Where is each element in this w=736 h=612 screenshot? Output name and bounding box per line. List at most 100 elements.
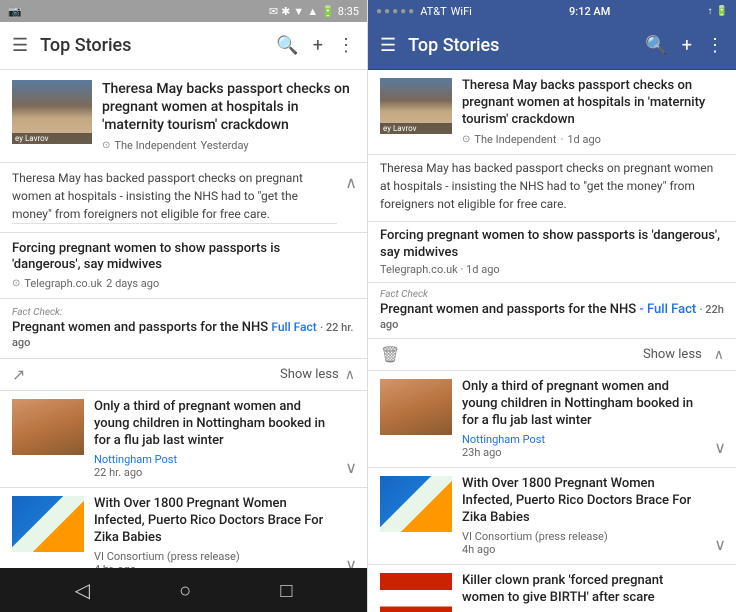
thumb-1-source-left: Nottingham Post — [94, 453, 355, 466]
thumb-2-content-right: With Over 1800 Pregnant Women Infected, … — [462, 476, 724, 556]
fact-source-right[interactable]: Full Fact — [647, 302, 696, 317]
fact-check-content-right: Pregnant women and passports for the NHS… — [380, 302, 724, 332]
blue-image-fill — [12, 496, 84, 552]
recent-button-left[interactable]: □ — [280, 578, 292, 603]
sub-1-source-icon-left: ⊙ — [12, 278, 20, 289]
sub-article-1-right[interactable]: Forcing pregnant women to show passports… — [368, 222, 736, 284]
sub-article-1-left[interactable]: Forcing pregnant women to show passports… — [0, 233, 367, 300]
source-time-left: Yesterday — [200, 139, 248, 152]
thumb-2-source-right: VI Consortium (press release) — [462, 530, 724, 543]
collapse-icon-left[interactable]: ∧ — [345, 173, 357, 192]
left-panel: 📷 ✉ ✱ ▼ ▲ 🔋 8:35 ☰ Top Stories 🔍 + ⋮ ey … — [0, 0, 368, 612]
clown-fill — [380, 573, 452, 612]
thumb-article-2-right[interactable]: With Over 1800 Pregnant Women Infected, … — [368, 468, 736, 565]
source-icon-right: ⊙ — [462, 134, 470, 145]
status-icons-right-group: ↑ 🔋 — [708, 6, 728, 17]
sub-1-src-name-right: Telegraph.co.uk — [380, 263, 458, 276]
expand-icon-1-right[interactable]: ∨ — [714, 438, 726, 457]
status-bar-right: ●●●●● AT&T WiFi 9:12 AM ↑ 🔋 — [368, 0, 736, 22]
page-title-right: Top Stories — [408, 35, 633, 56]
sub-1-source-right: Telegraph.co.uk · 1d ago — [380, 263, 724, 276]
time-right: 9:12 AM — [569, 5, 610, 18]
source-time-right: · — [560, 133, 563, 146]
main-article-title-right: Theresa May backs passport checks on pre… — [462, 78, 724, 129]
description-container-left: Theresa May has backed passport checks o… — [0, 163, 367, 233]
thumb-img-1-right — [380, 379, 452, 435]
status-signal-icon: ▼ — [293, 5, 304, 18]
thumb-article-1-left[interactable]: Only a third of pregnant women and young… — [0, 391, 367, 488]
thumb-article-2-left[interactable]: With Over 1800 Pregnant Women Infected, … — [0, 488, 367, 568]
sub-1-time-left: 2 days ago — [106, 277, 159, 290]
thumb-2-time-left: 4 hr. ago — [94, 563, 355, 568]
top-bar-icons-left: 🔍 + ⋮ — [276, 35, 355, 56]
fact-check-title-left: Pregnant women and passports for the NHS… — [12, 320, 355, 350]
show-less-text-left[interactable]: Show less — [280, 367, 339, 382]
thumb-img-1-left — [12, 399, 84, 455]
add-icon-right[interactable]: + — [682, 35, 692, 56]
show-less-text-right[interactable]: Show less — [643, 347, 702, 362]
signal-dots-right: ●●●●● — [376, 6, 416, 17]
status-carrier-group: ●●●●● AT&T WiFi — [376, 5, 472, 18]
thumb-article-3-right[interactable]: Killer clown prank 'forced pregnant wome… — [368, 565, 736, 612]
status-msg-icon: ✉ — [269, 5, 278, 18]
add-icon-left[interactable]: + — [313, 35, 323, 56]
thumb-2-title-left: With Over 1800 Pregnant Women Infected, … — [94, 496, 355, 547]
expand-icon-2-left[interactable]: ∨ — [345, 555, 357, 568]
search-icon-right[interactable]: 🔍 — [645, 35, 667, 56]
thumb-3-content-right: Killer clown prank 'forced pregnant wome… — [462, 573, 724, 612]
sub-article-1-title-left: Forcing pregnant women to show passports… — [12, 241, 355, 275]
full-fact-link-right: - — [639, 302, 647, 317]
status-wifi-icon: ▲ — [307, 5, 318, 18]
main-article-img-left: ey Lavrov — [12, 80, 92, 144]
fact-check-label-left: Fact Check: — [12, 307, 355, 318]
show-less-bar-right: 🗑 Show less ∧ — [368, 339, 736, 371]
status-bt-icon: ✱ — [281, 5, 290, 18]
status-battery-icon: 🔋 — [321, 5, 335, 18]
home-button-left[interactable]: ○ — [179, 578, 191, 603]
thumb-3-title-right: Killer clown prank 'forced pregnant wome… — [462, 573, 724, 607]
main-article-right[interactable]: ey Lavrov Theresa May backs passport che… — [368, 70, 736, 155]
more-icon-right[interactable]: ⋮ — [706, 35, 724, 56]
fact-check-label-right: Fact Check — [380, 289, 724, 300]
top-bar-right: ☰ Top Stories 🔍 + ⋮ — [368, 22, 736, 70]
sub-1-title-right: Forcing pregnant women to show passports… — [380, 228, 724, 262]
menu-icon-left[interactable]: ☰ — [12, 35, 28, 56]
trash-icon-right[interactable]: 🗑 — [380, 345, 400, 364]
wifi-icon-right: WiFi — [451, 5, 472, 18]
description-right: Theresa May has backed passport checks o… — [368, 155, 736, 222]
thumb-article-1-right[interactable]: Only a third of pregnant women and young… — [368, 371, 736, 468]
content-left: ey Lavrov Theresa May backs passport che… — [0, 70, 367, 568]
expand-icon-1-left[interactable]: ∨ — [345, 458, 357, 477]
main-article-source-right: ⊙ The Independent · 1d ago — [462, 133, 724, 146]
bottom-nav-left: ◁ ○ □ — [0, 568, 367, 612]
top-bar-icons-right: 🔍 + ⋮ — [645, 35, 724, 56]
img-label-right: ey Lavrov — [380, 123, 452, 134]
main-article-img-right: ey Lavrov — [380, 78, 452, 134]
menu-icon-right[interactable]: ☰ — [380, 35, 396, 56]
fact-check-left[interactable]: Fact Check: Pregnant women and passports… — [0, 299, 367, 359]
source-name-right: The Independent — [474, 133, 556, 146]
thumb-2-source-left: VI Consortium (press release) — [94, 550, 355, 563]
page-title-left: Top Stories — [40, 35, 264, 56]
thumb-2-title-right: With Over 1800 Pregnant Women Infected, … — [462, 476, 724, 527]
top-bar-left: ☰ Top Stories 🔍 + ⋮ — [0, 22, 367, 70]
signal-arrow-right: ↑ — [708, 6, 713, 17]
thumb-1-content-right: Only a third of pregnant women and young… — [462, 379, 724, 459]
full-fact-link-left[interactable]: Full Fact — [271, 320, 316, 334]
search-icon-left[interactable]: 🔍 — [276, 35, 298, 56]
expand-icon-2-right[interactable]: ∨ — [714, 535, 726, 554]
more-icon-left[interactable]: ⋮ — [337, 35, 355, 56]
needle-image-fill — [12, 399, 84, 455]
thumb-1-time-left: 22 hr. ago — [94, 466, 355, 479]
show-less-chevron-right[interactable]: ∧ — [714, 347, 724, 363]
content-right: ey Lavrov Theresa May backs passport che… — [368, 70, 736, 612]
back-button-left[interactable]: ◁ — [75, 578, 90, 602]
battery-right: 🔋 — [716, 6, 728, 17]
thumb-1-content-left: Only a third of pregnant women and young… — [94, 399, 355, 479]
main-article-content-left: Theresa May backs passport checks on pre… — [102, 80, 355, 152]
fact-check-right[interactable]: Fact Check Pregnant women and passports … — [368, 283, 736, 339]
show-less-chevron-left[interactable]: ∧ — [345, 367, 355, 383]
main-article-left[interactable]: ey Lavrov Theresa May backs passport che… — [0, 70, 367, 163]
carrier-name-right: AT&T — [420, 5, 446, 18]
share-icon-left[interactable]: ↗ — [12, 365, 25, 384]
